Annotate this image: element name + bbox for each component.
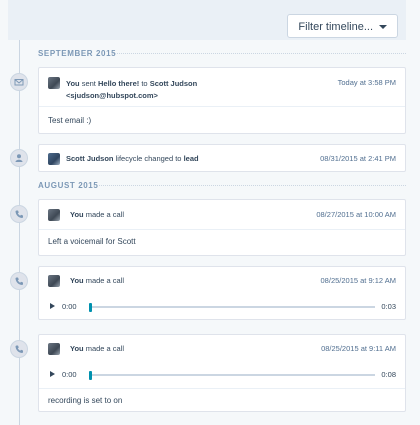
- lifecycle-activity-card[interactable]: Scott Judson lifecycle changed to lead 0…: [38, 144, 406, 172]
- call-action: made a call: [85, 344, 125, 353]
- section-divider: [99, 185, 406, 186]
- person-icon: [10, 149, 28, 167]
- call-timestamp: 08/27/2015 at 10:00 AM: [316, 210, 396, 219]
- call-activity-card[interactable]: You made a call 08/25/2015 at 9:12 AM 0:…: [38, 266, 406, 320]
- audio-current-time: 0:00: [62, 370, 77, 379]
- call-activity-card[interactable]: You made a call 08/27/2015 at 10:00 AM L…: [38, 199, 406, 256]
- avatar: [48, 275, 60, 287]
- play-icon[interactable]: [50, 371, 55, 377]
- audio-duration: 0:08: [381, 370, 396, 379]
- card-divider: [39, 106, 405, 107]
- call-summary: You made a call: [70, 344, 124, 353]
- filter-timeline-button[interactable]: Filter timeline...: [287, 14, 398, 38]
- call-timestamp: 08/25/2015 at 9:12 AM: [320, 276, 396, 285]
- section-header-september: SEPTEMBER 2015: [38, 49, 117, 58]
- email-activity-card[interactable]: You sent Hello there! to Scott Judson <s…: [38, 67, 406, 134]
- actor-you: You: [70, 210, 84, 219]
- section-divider: [113, 53, 406, 54]
- audio-player: 0:00 0:03: [39, 293, 405, 321]
- lifecycle-timestamp: 08/31/2015 at 2:41 PM: [320, 154, 396, 163]
- actor-you: You: [66, 79, 80, 88]
- call-summary: You made a call: [70, 210, 124, 219]
- timeline-toolbar: Filter timeline...: [8, 0, 406, 40]
- card-divider: [39, 388, 405, 389]
- call-action: made a call: [85, 276, 125, 285]
- lifecycle-summary: Scott Judson lifecycle changed to lead: [66, 154, 199, 163]
- phone-icon: [10, 272, 28, 290]
- audio-current-time: 0:00: [62, 302, 77, 311]
- play-icon[interactable]: [50, 303, 55, 309]
- email-subject[interactable]: Hello there!: [98, 79, 139, 88]
- avatar: [48, 77, 60, 89]
- avatar: [48, 343, 60, 355]
- call-note: Left a voicemail for Scott: [48, 237, 136, 246]
- audio-duration: 0:03: [381, 302, 396, 311]
- audio-progress-track[interactable]: [89, 306, 375, 308]
- actor-you: You: [70, 344, 84, 353]
- email-timestamp: Today at 3:58 PM: [337, 78, 396, 87]
- audio-player: 0:00 0:08: [39, 361, 405, 387]
- lifecycle-stage: lead: [183, 154, 199, 163]
- chevron-down-icon: [379, 25, 387, 30]
- actor-you: You: [70, 276, 84, 285]
- audio-scrubber-handle[interactable]: [89, 371, 92, 380]
- email-verb: sent: [81, 79, 96, 88]
- email-address: <sjudson@hubspot.com>: [66, 91, 158, 100]
- contact-name[interactable]: Scott Judson: [66, 154, 114, 163]
- avatar: [48, 153, 60, 165]
- call-note: recording is set to on: [48, 396, 123, 405]
- email-to: to: [141, 79, 148, 88]
- call-summary: You made a call: [70, 276, 124, 285]
- email-summary: You sent Hello there! to Scott Judson <s…: [66, 78, 306, 102]
- avatar: [48, 209, 60, 221]
- envelope-icon: [10, 73, 28, 91]
- section-header-august: AUGUST 2015: [38, 181, 99, 190]
- email-body: Test email :): [48, 116, 92, 125]
- card-divider: [39, 229, 405, 230]
- lifecycle-text: lifecycle changed to: [115, 154, 182, 163]
- call-action: made a call: [85, 210, 125, 219]
- call-timestamp: 08/25/2015 at 9:11 AM: [321, 344, 396, 353]
- email-recipient[interactable]: Scott Judson: [150, 79, 198, 88]
- audio-progress-track[interactable]: [89, 374, 375, 376]
- phone-icon: [10, 340, 28, 358]
- filter-timeline-label: Filter timeline...: [298, 21, 373, 33]
- phone-icon: [10, 205, 28, 223]
- call-activity-card[interactable]: You made a call 08/25/2015 at 9:11 AM 0:…: [38, 334, 406, 412]
- audio-scrubber-handle[interactable]: [89, 303, 92, 312]
